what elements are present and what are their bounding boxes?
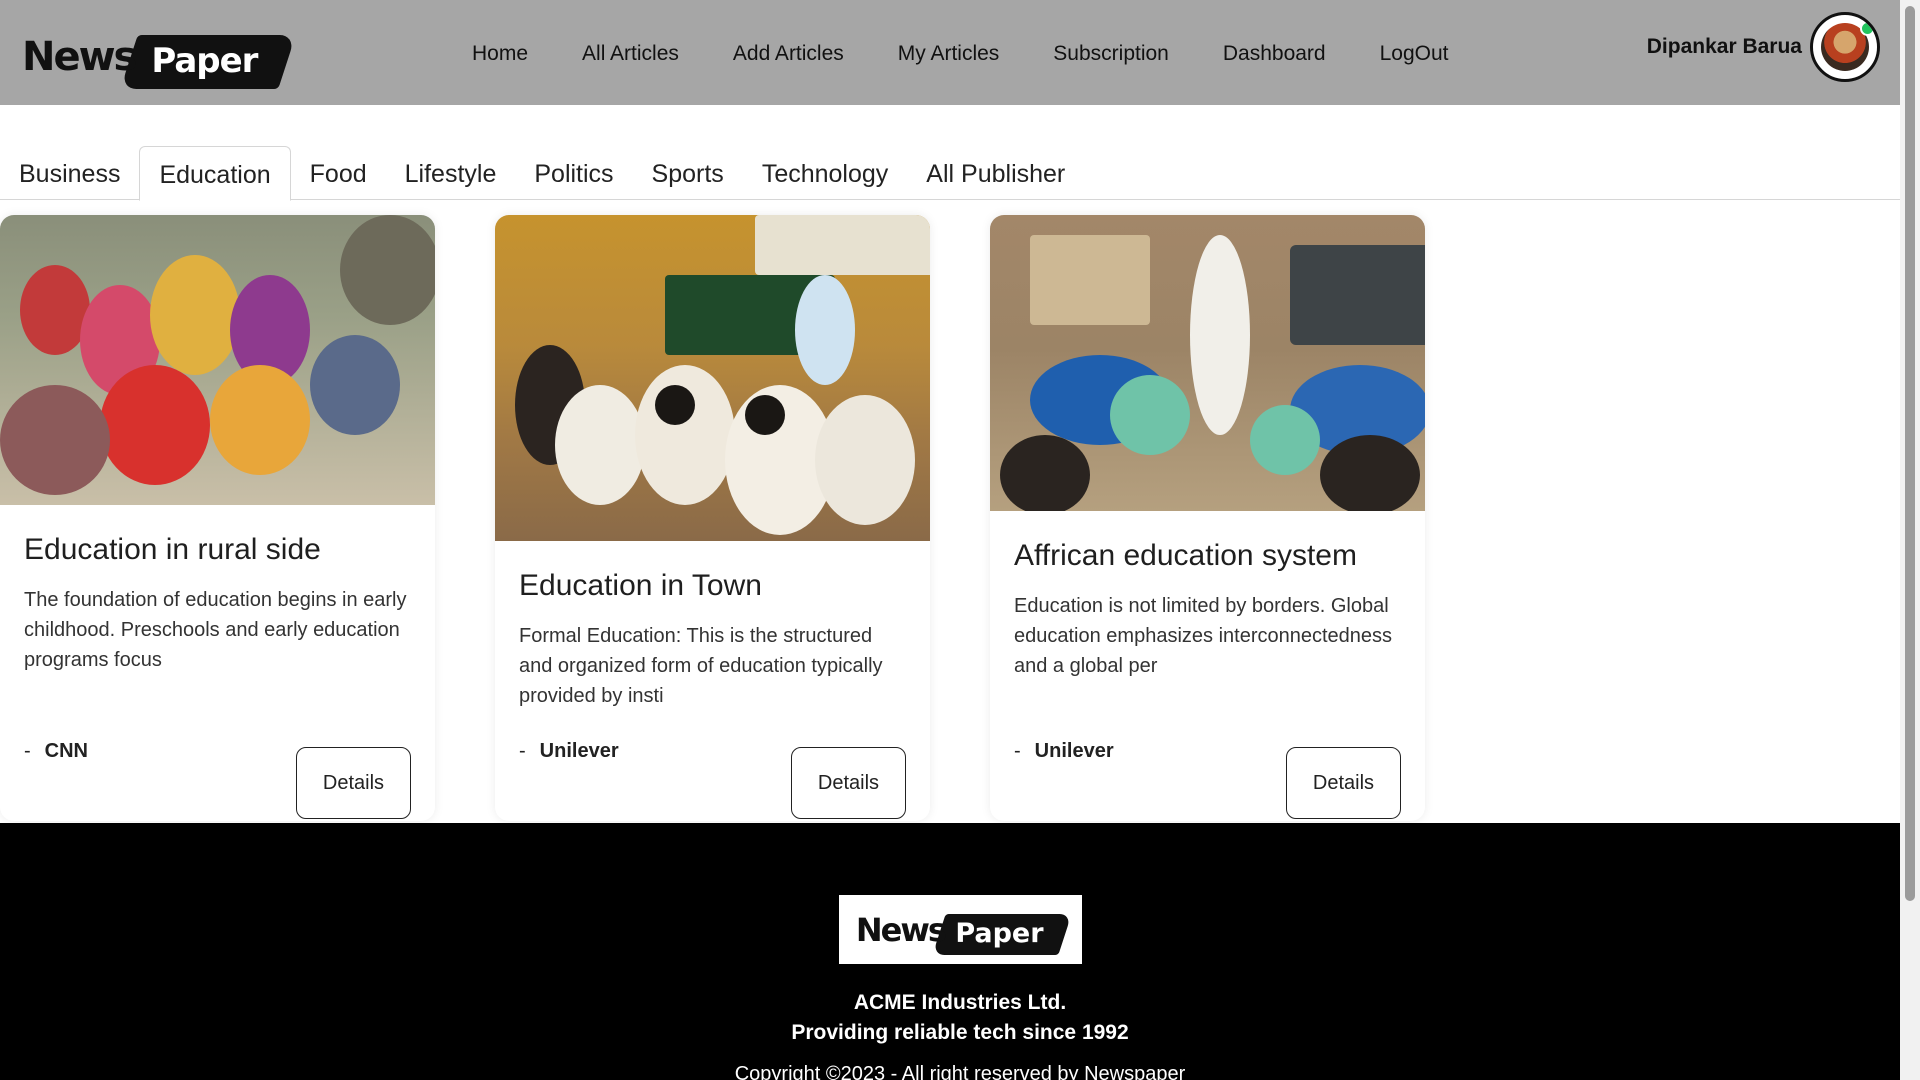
tab-sports[interactable]: Sports [633,146,743,199]
article-publisher: - CNN [24,740,89,762]
article-title: Affrican education system [1014,539,1357,572]
scrollbar-thumb[interactable] [1905,6,1915,901]
tab-politics[interactable]: Politics [515,146,632,199]
nav-home[interactable]: Home [472,42,528,66]
article-publisher: - Unilever [1014,740,1114,762]
site-logo[interactable]: News Paper [22,28,297,89]
footer-copyright: Copyright ©2023 - All right reserved by … [734,1063,1186,1080]
card-body: Education in rural side The foundation o… [0,533,435,819]
article-card: Education in Town Formal Education: This… [495,215,930,821]
footer-tagline: Providing reliable tech since 1992 [791,1021,1129,1044]
category-tabs: Business Education Food Lifestyle Politi… [0,146,1900,201]
user-menu: Dipankar Barua [1647,12,1880,82]
article-image [990,215,1425,511]
footer-logo[interactable]: News Paper [839,895,1082,964]
logo-text-paper: Paper [151,41,258,81]
tab-all-publisher[interactable]: All Publisher [907,146,1084,199]
username: Dipankar Barua [1646,35,1802,58]
logo-badge: Paper [120,35,297,89]
article-description: The foundation of education begins in ea… [24,589,407,671]
article-description: Formal Education: This is the structured… [519,625,883,707]
nav-add-articles[interactable]: Add Articles [733,42,844,66]
top-navbar: News Paper Home All Articles Add Article… [0,0,1900,105]
details-button[interactable]: Details [791,747,906,819]
nav-subscription[interactable]: Subscription [1053,42,1169,66]
nav-my-articles[interactable]: My Articles [898,42,1000,66]
card-body: Affrican education system Education is n… [990,539,1425,819]
footer: News Paper ACME Industries Ltd. Providin… [0,823,1900,1080]
footer-logo-text-news: News [855,910,947,949]
online-status-icon [1860,21,1875,36]
footer-company: ACME Industries Ltd. [853,991,1067,1014]
footer-logo-badge: Paper [932,914,1072,955]
article-description: Education is not limited by borders. Glo… [1014,595,1393,677]
article-card: Education in rural side The foundation o… [0,215,435,821]
article-card: Affrican education system Education is n… [990,215,1425,821]
nav-logout[interactable]: LogOut [1380,42,1449,66]
page-scrollbar[interactable] [1900,0,1920,1080]
avatar[interactable] [1810,12,1880,82]
card-body: Education in Town Formal Education: This… [495,569,930,819]
logo-text-news: News [22,34,137,80]
footer-logo-text-paper: Paper [955,918,1044,949]
tab-technology[interactable]: Technology [743,146,907,199]
article-title: Education in rural side [24,533,321,566]
article-title: Education in Town [519,569,762,602]
page: News Paper Home All Articles Add Article… [0,0,1900,1080]
tab-education[interactable]: Education [139,146,291,201]
details-button[interactable]: Details [1286,747,1401,819]
tab-lifestyle[interactable]: Lifestyle [386,146,516,199]
tab-business[interactable]: Business [0,146,139,199]
main-nav: Home All Articles Add Articles My Articl… [472,42,1502,66]
nav-dashboard[interactable]: Dashboard [1223,42,1326,66]
article-image [495,215,930,541]
article-image [0,215,435,505]
article-publisher: - Unilever [519,740,619,762]
tab-food[interactable]: Food [291,146,386,199]
nav-all-articles[interactable]: All Articles [582,42,679,66]
details-button[interactable]: Details [296,747,411,819]
